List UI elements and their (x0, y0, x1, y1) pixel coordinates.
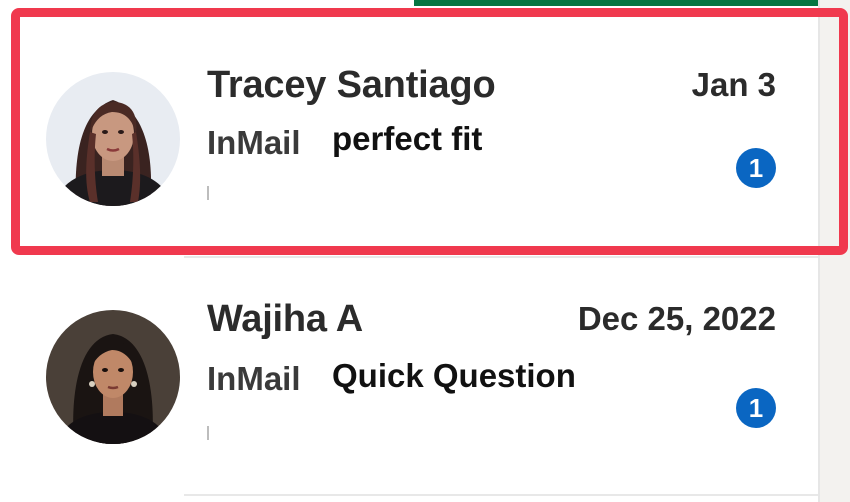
participant-name: Tracey Santiago (207, 64, 496, 106)
person-photo-icon (46, 72, 180, 206)
message-type-label: InMail (207, 124, 301, 161)
conversation-date: Dec 25, 2022 (577, 300, 776, 337)
unread-count-badge: 1 (736, 388, 776, 428)
avatar[interactable] (46, 310, 180, 444)
message-snippet (207, 186, 209, 200)
message-subject: perfect fit (332, 120, 483, 157)
person-photo-icon (46, 310, 180, 444)
message-snippet (207, 426, 209, 440)
message-type-label: InMail (207, 360, 301, 397)
participant-name: Wajiha A (207, 298, 364, 340)
active-tab-indicator (414, 0, 818, 6)
avatar[interactable] (46, 72, 180, 206)
unread-count-badge: 1 (736, 148, 776, 188)
conversation-list: Tracey Santiago Jan 3 InMail perfect fit… (0, 0, 820, 502)
message-subject: Quick Question (332, 357, 576, 394)
conversation-row[interactable]: Tracey Santiago Jan 3 InMail perfect fit… (0, 12, 818, 248)
conversation-row[interactable]: Wajiha A Dec 25, 2022 InMail Quick Quest… (0, 258, 818, 494)
row-divider (184, 494, 818, 496)
conversation-date: Jan 3 (691, 66, 776, 103)
messaging-page: Tracey Santiago Jan 3 InMail perfect fit… (0, 0, 850, 502)
